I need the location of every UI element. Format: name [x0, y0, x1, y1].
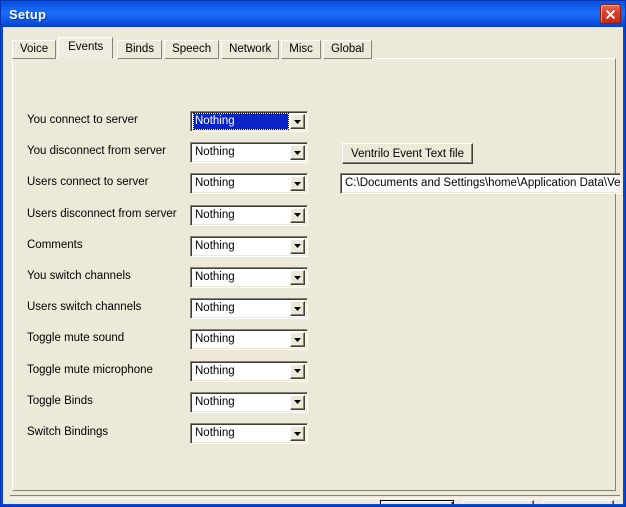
event-row-label: Users connect to server — [27, 176, 149, 189]
tab-network[interactable]: Network — [221, 40, 280, 59]
event-action-select[interactable]: Nothing — [190, 173, 308, 195]
event-action-select[interactable]: Nothing — [190, 235, 308, 257]
event-row: Toggle mute microphone Nothing — [13, 360, 615, 383]
tab-voice[interactable]: Voice — [12, 40, 57, 59]
chevron-down-icon[interactable] — [290, 426, 305, 441]
event-row: You switch channels Nothing — [13, 267, 615, 289]
close-icon[interactable] — [600, 4, 621, 24]
event-row: Users switch channels Nothing — [13, 298, 615, 320]
chevron-down-icon[interactable] — [290, 332, 305, 348]
dialog-client-area: Voice Events Binds Speech Network Misc Global … — [3, 27, 623, 504]
chevron-down-icon[interactable] — [290, 207, 305, 223]
event-action-select[interactable]: Nothing — [190, 111, 308, 132]
chevron-down-icon[interactable] — [290, 270, 305, 285]
chevron-down-icon[interactable] — [290, 301, 305, 317]
event-row-label: You switch channels — [27, 270, 131, 282]
event-action-value: Nothing — [195, 302, 235, 315]
chevron-down-icon[interactable] — [290, 176, 305, 192]
event-row-label: Users switch channels — [27, 301, 142, 314]
event-action-value: Nothing — [195, 271, 235, 283]
event-action-select[interactable]: Nothing — [190, 423, 308, 444]
event-action-value: Nothing — [195, 177, 235, 190]
ok-button[interactable]: OK — [380, 500, 454, 504]
tab-misc[interactable]: Misc — [281, 40, 321, 59]
event-row-label: You connect to server — [27, 114, 138, 126]
chevron-down-icon[interactable] — [290, 394, 305, 410]
event-action-value: Nothing — [195, 146, 235, 159]
window-title: Setup — [9, 6, 47, 22]
event-row: Comments Nothing — [13, 235, 615, 258]
event-row: Users disconnect from server Nothing — [13, 204, 615, 227]
event-action-value: Nothing — [195, 208, 235, 221]
event-action-value: Nothing — [195, 333, 235, 346]
event-action-value: Nothing — [195, 427, 235, 439]
ventrilo-event-text-file-button[interactable]: Ventrilo Event Text file — [342, 143, 473, 164]
tab-global[interactable]: Global — [322, 40, 373, 59]
event-row-label: Users disconnect from server — [27, 207, 177, 220]
event-row: You connect to server Nothing — [13, 111, 615, 133]
tab-events[interactable]: Events — [58, 37, 114, 59]
setup-dialog-window: Setup Voice Events Binds Speech Network Misc G… — [0, 0, 626, 507]
tab-page-events: You connect to server Nothing You disconne… — [12, 58, 621, 491]
event-row-label: Toggle Binds — [27, 394, 93, 407]
button-bar-separator — [10, 495, 620, 499]
chevron-down-icon[interactable] — [290, 238, 305, 254]
event-action-value: Nothing — [193, 113, 289, 130]
event-action-select[interactable]: Nothing — [190, 360, 308, 382]
event-row-label: Comments — [27, 238, 83, 251]
event-row-label: Toggle mute microphone — [27, 363, 153, 376]
event-row: Toggle Binds Nothing — [13, 391, 615, 414]
title-bar[interactable]: Setup — [1, 1, 625, 27]
event-row: You disconnect from server Nothing — [13, 142, 615, 164]
event-row: Toggle mute sound Nothing — [13, 329, 615, 351]
event-row-label: You disconnect from server — [27, 145, 166, 158]
event-row-label: Switch Bindings — [27, 426, 109, 438]
tab-binds[interactable]: Binds — [117, 40, 163, 59]
event-row: Switch Bindings Nothing — [13, 423, 615, 445]
event-action-select[interactable]: Nothing — [190, 298, 308, 320]
event-action-select[interactable]: Nothing — [190, 391, 308, 413]
event-action-value: Nothing — [195, 395, 235, 408]
event-action-select[interactable]: Nothing — [190, 142, 308, 164]
event-row-label: Toggle mute sound — [27, 332, 125, 345]
help-button[interactable]: Справка — [542, 500, 614, 504]
event-action-select[interactable]: Nothing — [190, 204, 308, 226]
event-action-select[interactable]: Nothing — [190, 329, 308, 351]
event-action-select[interactable]: Nothing — [190, 267, 308, 288]
chevron-down-icon[interactable] — [290, 114, 305, 129]
event-file-path-input[interactable]: C:\Documents and Settings\home\Applicati… — [340, 173, 621, 194]
chevron-down-icon[interactable] — [290, 363, 305, 379]
chevron-down-icon[interactable] — [290, 145, 305, 161]
dialog-button-bar: OK Отмена Справка — [380, 500, 614, 504]
event-action-value: Nothing — [195, 364, 235, 377]
event-action-value: Nothing — [195, 239, 235, 252]
tab-speech[interactable]: Speech — [164, 40, 220, 59]
tab-strip: Voice Events Binds Speech Network Misc Global — [12, 37, 374, 59]
cancel-button[interactable]: Отмена — [462, 500, 534, 504]
event-rows-container: You connect to server Nothing You disconne… — [13, 59, 615, 490]
